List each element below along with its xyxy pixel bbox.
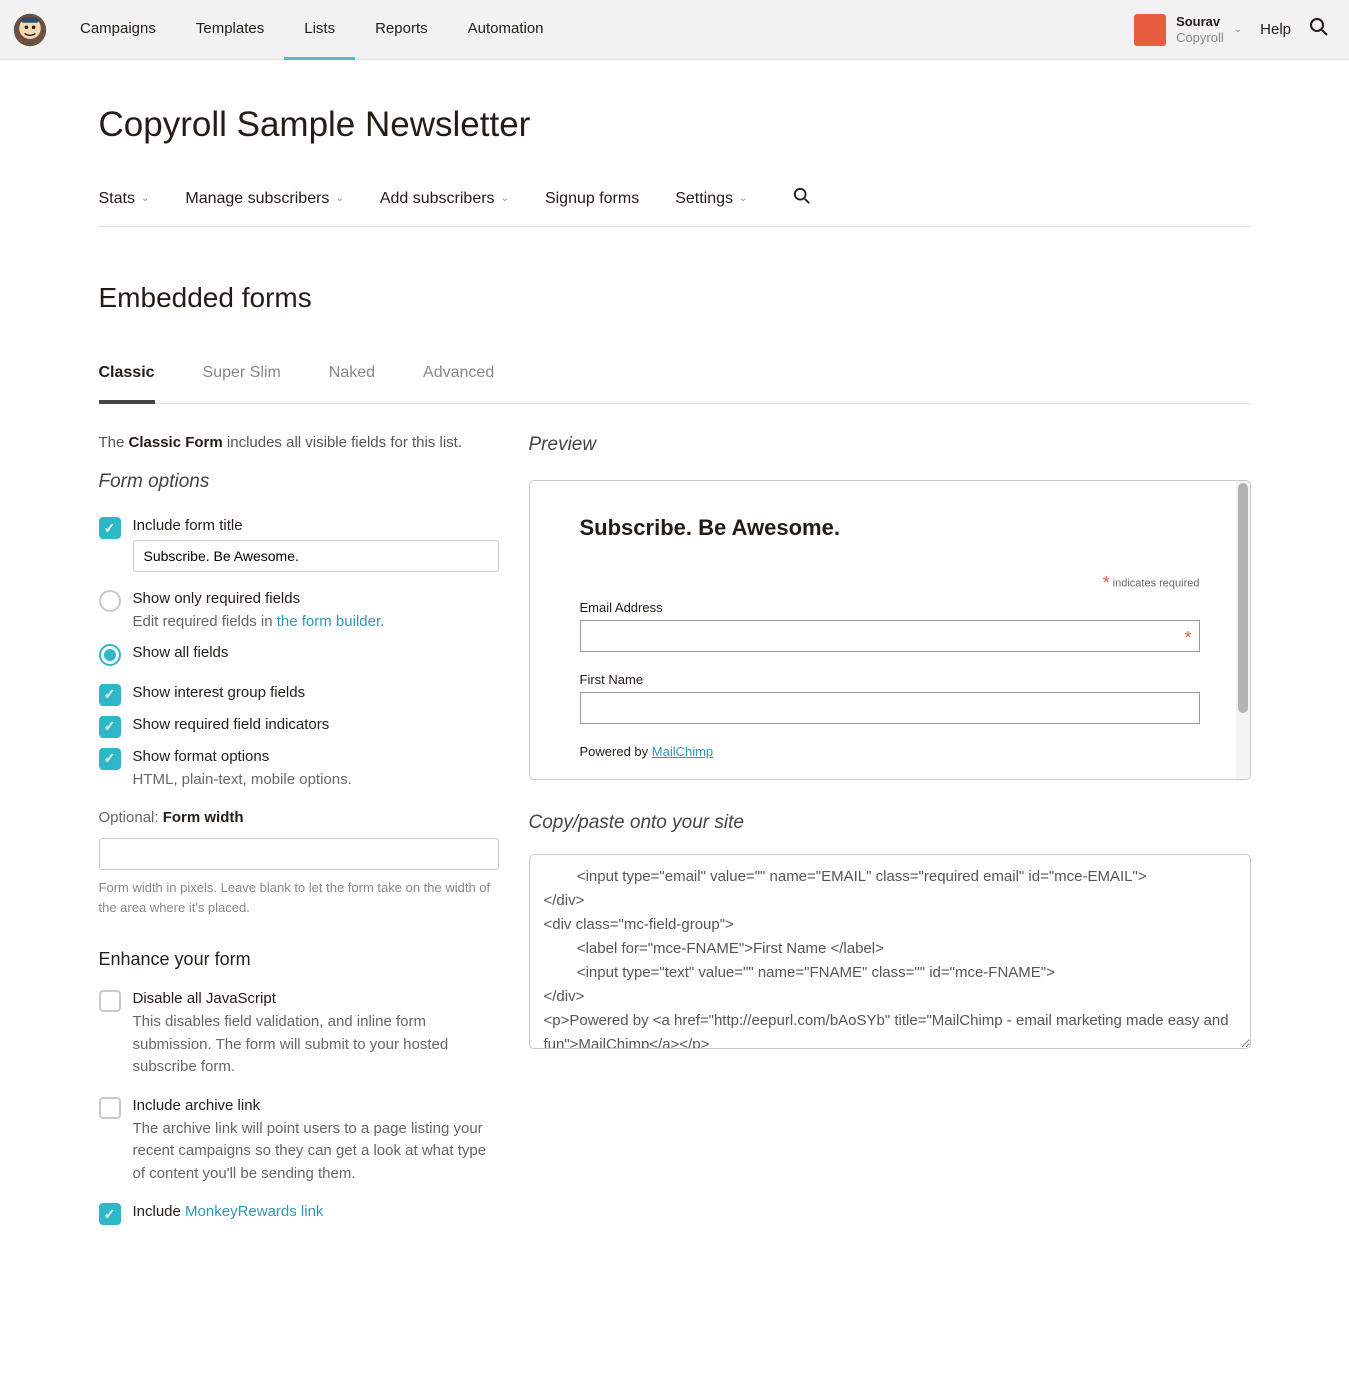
chevron-down-icon: ⌄ xyxy=(335,193,343,204)
include-title-label: Include form title xyxy=(133,517,499,534)
nav-campaigns[interactable]: Campaigns xyxy=(60,0,176,60)
tab-superslim[interactable]: Super Slim xyxy=(203,364,281,403)
preview-fname-label: First Name xyxy=(580,672,1200,687)
opt-show-indicators: Show required field indicators xyxy=(99,716,499,738)
search-icon[interactable] xyxy=(793,187,811,210)
monkeyrewards-link[interactable]: MonkeyRewards link xyxy=(185,1203,323,1220)
form-width-hint: Form width in pixels. Leave blank to let… xyxy=(99,878,499,917)
disable-js-label: Disable all JavaScript xyxy=(133,990,499,1007)
opt-show-interest: Show interest group fields xyxy=(99,684,499,706)
show-required-label: Show only required fields xyxy=(133,590,499,607)
preview-email-label: Email Address xyxy=(580,600,1200,615)
show-format-checkbox[interactable] xyxy=(99,748,121,770)
section-title: Embedded forms xyxy=(99,282,1251,314)
preview-fname-input[interactable] xyxy=(580,692,1200,724)
preview-header: Preview xyxy=(529,434,1251,456)
opt-show-all: Show all fields xyxy=(99,644,499,666)
avatar xyxy=(1134,14,1166,46)
show-interest-label: Show interest group fields xyxy=(133,684,499,701)
user-menu[interactable]: Sourav Copyroll ⌄ xyxy=(1134,14,1242,46)
archive-checkbox[interactable] xyxy=(99,1097,121,1119)
chevron-down-icon: ⌄ xyxy=(739,193,747,204)
subnav-add[interactable]: Add subscribers⌄ xyxy=(380,190,509,208)
chevron-down-icon: ⌄ xyxy=(501,193,509,204)
opt-disable-js: Disable all JavaScript This disables fie… xyxy=(99,990,499,1079)
opt-include-title: Include form title xyxy=(99,517,499,572)
user-org: Copyroll xyxy=(1176,30,1224,46)
nav-lists[interactable]: Lists xyxy=(284,0,355,60)
nav-automation[interactable]: Automation xyxy=(448,0,564,60)
opt-monkeyrewards: Include MonkeyRewards link xyxy=(99,1203,499,1225)
form-width-label: Optional: Form width xyxy=(99,809,499,826)
show-format-label: Show format options xyxy=(133,748,499,765)
preview-form-title: Subscribe. Be Awesome. xyxy=(580,515,1200,541)
mailchimp-logo[interactable] xyxy=(0,0,60,60)
chevron-down-icon: ⌄ xyxy=(1234,24,1242,35)
tab-classic[interactable]: Classic xyxy=(99,364,155,404)
include-title-checkbox[interactable] xyxy=(99,517,121,539)
required-star-icon: * xyxy=(1184,628,1191,649)
list-subnav: Stats⌄ Manage subscribers⌄ Add subscribe… xyxy=(99,187,1251,227)
help-link[interactable]: Help xyxy=(1260,21,1291,38)
show-indicators-label: Show required field indicators xyxy=(133,716,499,733)
page-title: Copyroll Sample Newsletter xyxy=(99,105,1251,145)
opt-show-required: Show only required fields Edit required … xyxy=(99,590,499,634)
subnav-stats[interactable]: Stats⌄ xyxy=(99,190,150,208)
form-width-input[interactable] xyxy=(99,838,499,870)
search-icon[interactable] xyxy=(1309,17,1329,42)
disable-js-checkbox[interactable] xyxy=(99,990,121,1012)
edit-required-desc: Edit required fields in the form builder… xyxy=(133,611,499,634)
nav-reports[interactable]: Reports xyxy=(355,0,448,60)
embed-code-textarea[interactable] xyxy=(529,854,1251,1049)
form-type-tabs: Classic Super Slim Naked Advanced xyxy=(99,364,1251,404)
show-indicators-checkbox[interactable] xyxy=(99,716,121,738)
form-title-input[interactable] xyxy=(133,540,499,572)
show-interest-checkbox[interactable] xyxy=(99,684,121,706)
preview-email-input[interactable] xyxy=(580,620,1200,652)
tab-naked[interactable]: Naked xyxy=(329,364,375,403)
preview-required-indicator: * indicates required xyxy=(580,573,1200,594)
subnav-manage[interactable]: Manage subscribers⌄ xyxy=(185,190,343,208)
opt-archive: Include archive link The archive link wi… xyxy=(99,1097,499,1186)
intro-text: The Classic Form includes all visible fi… xyxy=(99,434,499,451)
show-all-radio[interactable] xyxy=(99,644,121,666)
archive-desc: The archive link will point users to a p… xyxy=(133,1118,499,1186)
code-header: Copy/paste onto your site xyxy=(529,812,1251,834)
tab-advanced[interactable]: Advanced xyxy=(423,364,494,403)
preview-powered-by: Powered by MailChimp xyxy=(580,744,1200,759)
form-options-header: Form options xyxy=(99,471,499,493)
disable-js-desc: This disables field validation, and inli… xyxy=(133,1011,499,1079)
show-required-radio[interactable] xyxy=(99,590,121,612)
top-nav: Campaigns Templates Lists Reports Automa… xyxy=(0,0,1349,60)
mailchimp-link[interactable]: MailChimp xyxy=(652,744,713,759)
preview-scrollbar[interactable] xyxy=(1236,481,1250,779)
format-desc: HTML, plain-text, mobile options. xyxy=(133,769,499,792)
nav-templates[interactable]: Templates xyxy=(176,0,284,60)
monkeyrewards-label: Include MonkeyRewards link xyxy=(133,1203,499,1220)
user-name: Sourav xyxy=(1176,14,1224,30)
preview-pane: Subscribe. Be Awesome. * indicates requi… xyxy=(529,480,1251,780)
topnav-items: Campaigns Templates Lists Reports Automa… xyxy=(60,0,564,60)
opt-show-format: Show format options HTML, plain-text, mo… xyxy=(99,748,499,792)
subnav-settings[interactable]: Settings⌄ xyxy=(675,190,747,208)
topnav-right: Sourav Copyroll ⌄ Help xyxy=(1134,14,1329,46)
user-text: Sourav Copyroll xyxy=(1176,14,1224,45)
chevron-down-icon: ⌄ xyxy=(141,193,149,204)
archive-label: Include archive link xyxy=(133,1097,499,1114)
show-all-label: Show all fields xyxy=(133,644,499,661)
form-builder-link[interactable]: the form builder xyxy=(277,613,380,630)
monkeyrewards-checkbox[interactable] xyxy=(99,1203,121,1225)
subnav-signup[interactable]: Signup forms xyxy=(545,190,639,208)
enhance-header: Enhance your form xyxy=(99,949,499,970)
